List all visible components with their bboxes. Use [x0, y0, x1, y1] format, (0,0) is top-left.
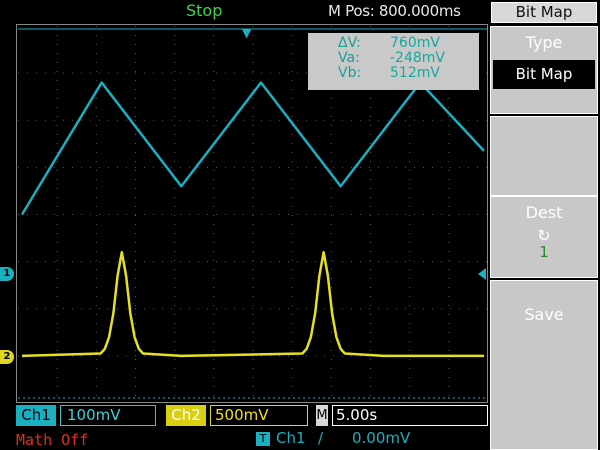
run-status-label: Stop [186, 1, 223, 20]
ch2-ground-marker[interactable]: 2 [0, 350, 14, 364]
ch1-ground-marker[interactable]: 1 [0, 267, 14, 281]
trigger-edge-icon: / [318, 429, 324, 447]
trigger-badge-icon: T [256, 432, 270, 446]
cursor-delta-label: ΔV: [338, 35, 361, 51]
cursor-a-value: -248mV [390, 50, 445, 66]
cursor-readout-panel: ΔV: 760mV Va: -248mV Vb: 512mV [308, 33, 479, 90]
ch2-badge[interactable]: Ch2 [166, 405, 206, 426]
cursor-delta-value: 760mV [390, 35, 440, 51]
dest-label: Dest [525, 203, 563, 222]
save-button[interactable]: Save [490, 280, 598, 450]
type-menu-button[interactable]: Type Bit Map [490, 26, 598, 114]
cursor-a-label: Va: [338, 50, 360, 66]
save-label: Save [524, 305, 564, 324]
type-label: Type [525, 33, 563, 52]
cursor-b-value: 512mV [390, 65, 440, 81]
cursor-delta-row: ΔV: 760mV [338, 36, 479, 51]
horizontal-position-readout: M Pos: 800.000ms [328, 2, 461, 20]
ch1-waveform [20, 81, 485, 216]
cursor-b-row: Vb: 512mV [338, 66, 479, 81]
ch2-waveform [21, 250, 484, 358]
timebase-value: 5.00s [332, 405, 488, 426]
timebase-badge: M [316, 405, 328, 426]
dest-menu-button[interactable]: Dest ↻ 1 [490, 196, 598, 278]
top-status-bar: Stop M Pos: 800.000ms Bit Map [0, 0, 600, 24]
trigger-level: 0.00mV [352, 429, 411, 447]
cursor-b-label: Vb: [338, 65, 362, 81]
dest-value: 1 [539, 243, 549, 261]
menu-title: Bit Map [491, 2, 597, 23]
trigger-source: Ch1 [276, 429, 306, 447]
trigger-level-marker-icon [478, 268, 486, 280]
math-status: Math Off [16, 431, 89, 449]
ch1-volts-per-div: 100mV [60, 405, 156, 426]
type-value: Bit Map [493, 60, 595, 89]
trigger-position-marker-icon: ▼ [242, 26, 252, 40]
cursor-a-row: Va: -248mV [338, 51, 479, 66]
ch2-volts-per-div: 500mV [210, 405, 308, 426]
blank-menu-button[interactable] [490, 116, 598, 196]
ch1-badge[interactable]: Ch1 [16, 405, 56, 426]
